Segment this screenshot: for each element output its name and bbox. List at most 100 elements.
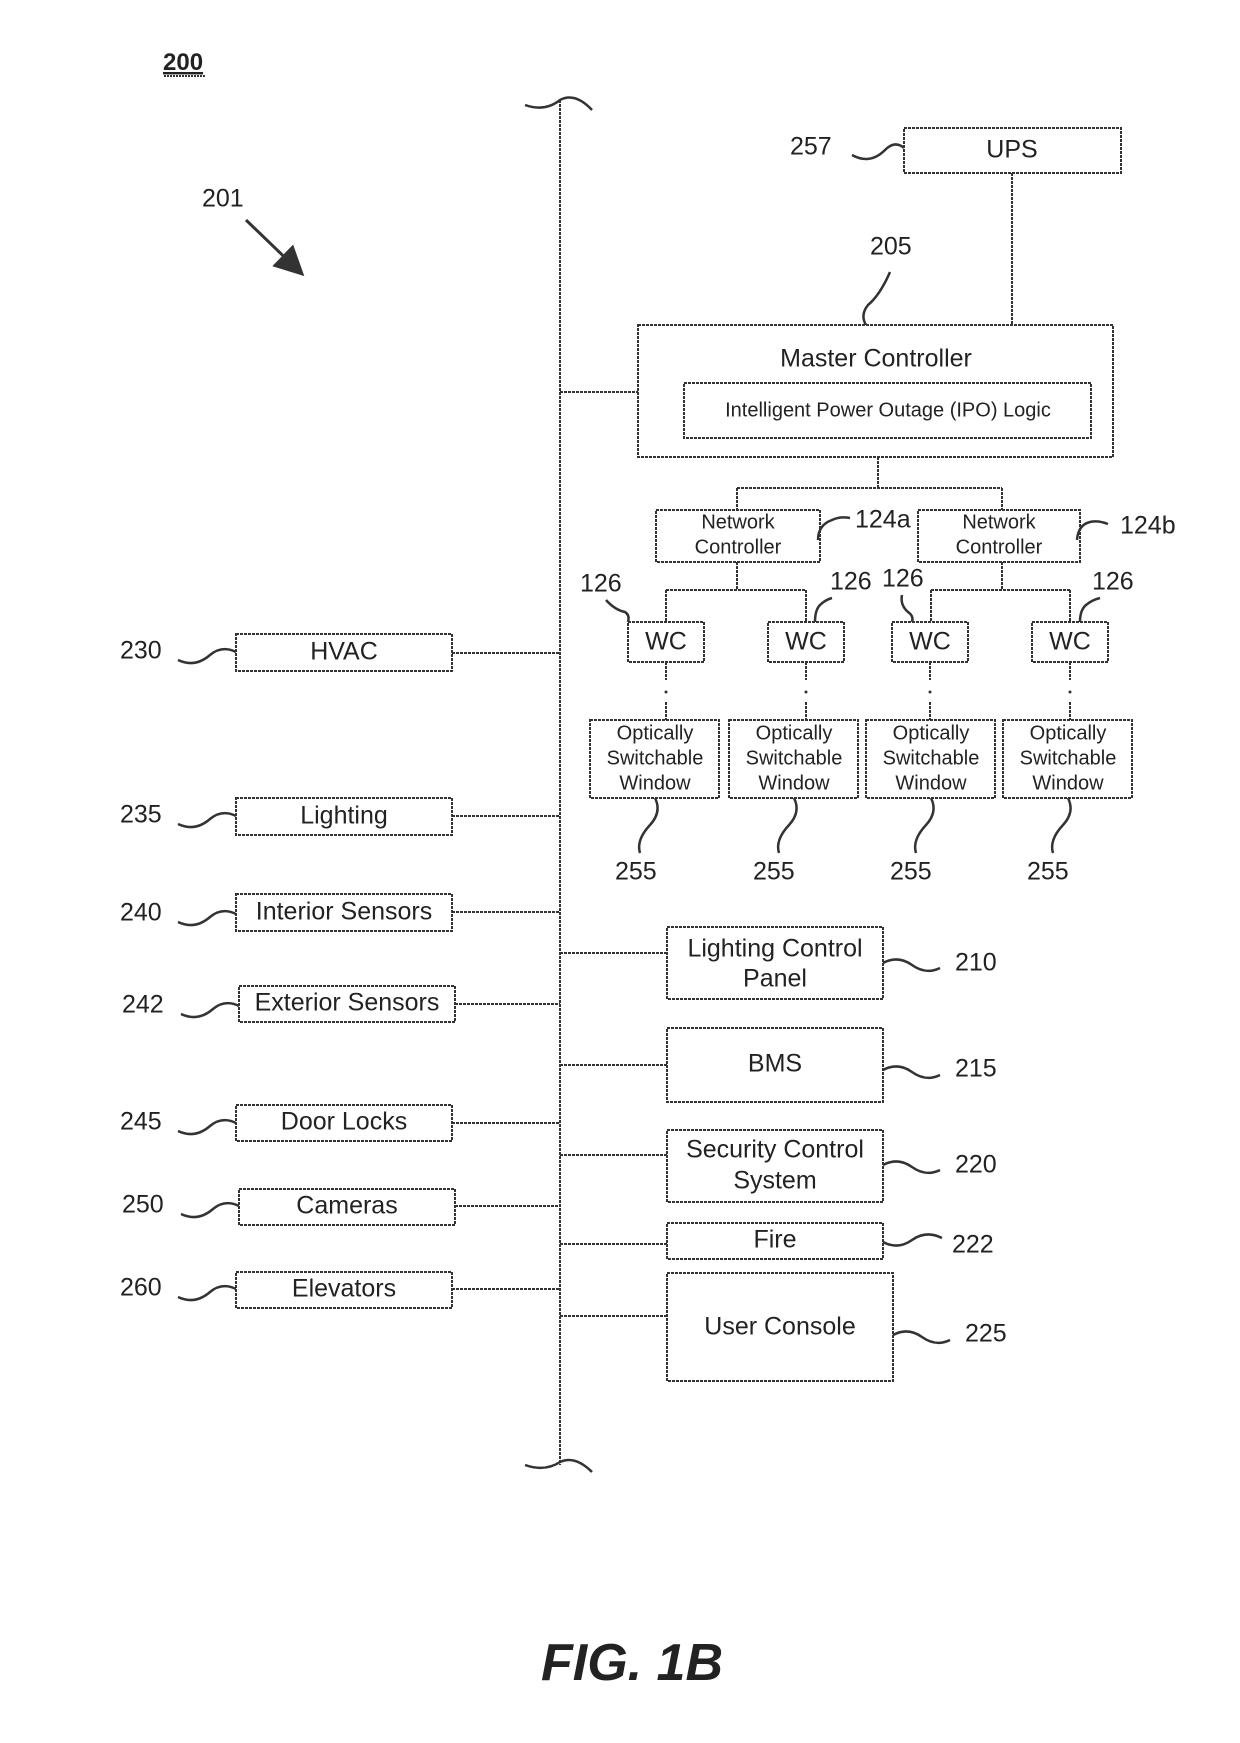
window-controller-1-leader — [605, 599, 630, 623]
network-controller-b-leader — [1075, 520, 1109, 541]
user-console-ref: 225 — [965, 1320, 1007, 1348]
bms-label: BMS — [748, 1050, 802, 1078]
network-controller-a-line1: Network — [701, 511, 775, 533]
cameras-label: Cameras — [296, 1192, 397, 1220]
window-2-line1: Optically — [756, 722, 833, 744]
security-control-leader — [882, 1160, 941, 1175]
system-diagram: 200 201 UPS 257 205 Master Controller In… — [120, 49, 1176, 1692]
fire-leader — [882, 1233, 943, 1247]
window-controller-2: 126 WC — [767, 568, 872, 663]
master-controller-ref: 205 — [870, 233, 912, 261]
window-4-ref: 255 — [1027, 858, 1069, 886]
window-1-line2: Switchable — [607, 747, 704, 769]
window-controller-3-ref: 126 — [882, 565, 924, 593]
interior-sensors-ref: 240 — [120, 899, 162, 927]
window-3-leader — [913, 797, 935, 854]
window-controller-1-ref: 126 — [580, 570, 622, 598]
ups-block: UPS 257 — [790, 127, 1122, 325]
window-controller-2-label: WC — [785, 628, 827, 656]
lighting-control-panel-line2: Panel — [743, 965, 807, 993]
window-3-ref: 255 — [890, 858, 932, 886]
communication-bus — [524, 96, 593, 1473]
window-1: Optically Switchable Window 255 — [589, 719, 720, 886]
security-control-ref: 220 — [955, 1151, 997, 1179]
window-3-line1: Optically — [893, 722, 970, 744]
elevators-leader — [177, 1284, 237, 1302]
network-controller-b: Network Controller 124b — [917, 509, 1176, 563]
exterior-sensors-leader — [180, 1001, 240, 1019]
window-4-line3: Window — [1032, 772, 1104, 794]
bms-ref: 215 — [955, 1055, 997, 1083]
figure-caption: FIG. 1B — [541, 1634, 723, 1692]
window-controller-3: 126 WC — [882, 565, 969, 663]
door-locks-leader — [177, 1118, 237, 1136]
right-system-bms: BMS 215 — [560, 1027, 997, 1103]
exterior-sensors-ref: 242 — [122, 991, 164, 1019]
window-1-ref: 255 — [615, 858, 657, 886]
window-4: Optically Switchable Window 255 — [1002, 719, 1133, 886]
window-controller-4-label: WC — [1049, 628, 1091, 656]
window-controller-4: 126 WC — [1031, 568, 1134, 663]
left-system-cameras: 250 Cameras — [122, 1188, 560, 1226]
fire-label: Fire — [753, 1226, 796, 1254]
lighting-control-panel-line1: Lighting Control — [687, 935, 862, 963]
right-system-security-control: Security Control System 220 — [560, 1129, 997, 1203]
master-controller-block: 205 Master Controller Intelligent Power … — [560, 233, 1114, 458]
window-controller-3-label: WC — [909, 628, 951, 656]
hvac-leader — [177, 647, 237, 665]
window-controller-2-leader — [813, 596, 833, 623]
window-controller-2-ref: 126 — [830, 568, 872, 596]
window-3-line3: Window — [895, 772, 967, 794]
figure-number: 200 — [163, 49, 203, 76]
window-controller-4-ref: 126 — [1092, 568, 1134, 596]
window-controller-4-leader — [1078, 596, 1101, 623]
cameras-ref: 250 — [122, 1191, 164, 1219]
lighting-control-panel-ref: 210 — [955, 949, 997, 977]
ups-label: UPS — [986, 136, 1037, 164]
system-ref-label: 201 — [202, 185, 244, 213]
elevators-ref: 260 — [120, 1274, 162, 1302]
ups-leader — [851, 143, 905, 161]
wc-to-window-wires — [664, 662, 1072, 720]
window-controller-3-leader — [900, 594, 914, 623]
left-system-hvac: 230 HVAC — [120, 633, 560, 672]
window-1-leader — [637, 797, 659, 854]
bms-leader — [882, 1065, 941, 1080]
window-2-ref: 255 — [753, 858, 795, 886]
user-console-leader — [892, 1330, 951, 1345]
elevators-label: Elevators — [292, 1275, 396, 1303]
user-console-label: User Console — [704, 1313, 855, 1341]
interior-sensors-leader — [177, 909, 237, 927]
window-4-line1: Optically — [1030, 722, 1107, 744]
ipo-logic-label: Intelligent Power Outage (IPO) Logic — [725, 399, 1051, 421]
network-controller-a: Network Controller 124a — [655, 506, 911, 563]
window-4-leader — [1050, 797, 1072, 854]
left-system-lighting: 235 Lighting — [120, 797, 560, 836]
master-controller-leader — [862, 271, 892, 326]
right-system-lighting-control-panel: Lighting Control Panel 210 — [560, 926, 997, 1000]
network-controller-b-ref: 124b — [1120, 512, 1176, 540]
door-locks-ref: 245 — [120, 1108, 162, 1136]
left-system-door-locks: 245 Door Locks — [120, 1104, 560, 1142]
window-controller-1-label: WC — [645, 628, 687, 656]
lighting-ref: 235 — [120, 801, 162, 829]
door-locks-label: Door Locks — [281, 1108, 407, 1136]
network-controller-b-line2: Controller — [956, 536, 1043, 558]
lighting-leader — [177, 811, 237, 829]
window-2: Optically Switchable Window 255 — [728, 719, 859, 886]
exterior-sensors-label: Exterior Sensors — [255, 989, 440, 1017]
lighting-control-panel-leader — [882, 958, 941, 973]
window-1-line3: Window — [619, 772, 691, 794]
cameras-leader — [180, 1201, 240, 1219]
window-3-line2: Switchable — [883, 747, 980, 769]
security-control-line1: Security Control — [686, 1136, 864, 1164]
window-2-line2: Switchable — [746, 747, 843, 769]
ups-ref: 257 — [790, 133, 832, 161]
right-system-user-console: User Console 225 — [560, 1272, 1007, 1382]
window-3: Optically Switchable Window 255 — [865, 719, 996, 886]
master-controller-label: Master Controller — [780, 345, 972, 373]
security-control-line2: System — [733, 1167, 816, 1195]
network-controller-a-leader — [816, 516, 851, 541]
window-1-line1: Optically — [617, 722, 694, 744]
system-ref-arrow — [244, 218, 305, 277]
